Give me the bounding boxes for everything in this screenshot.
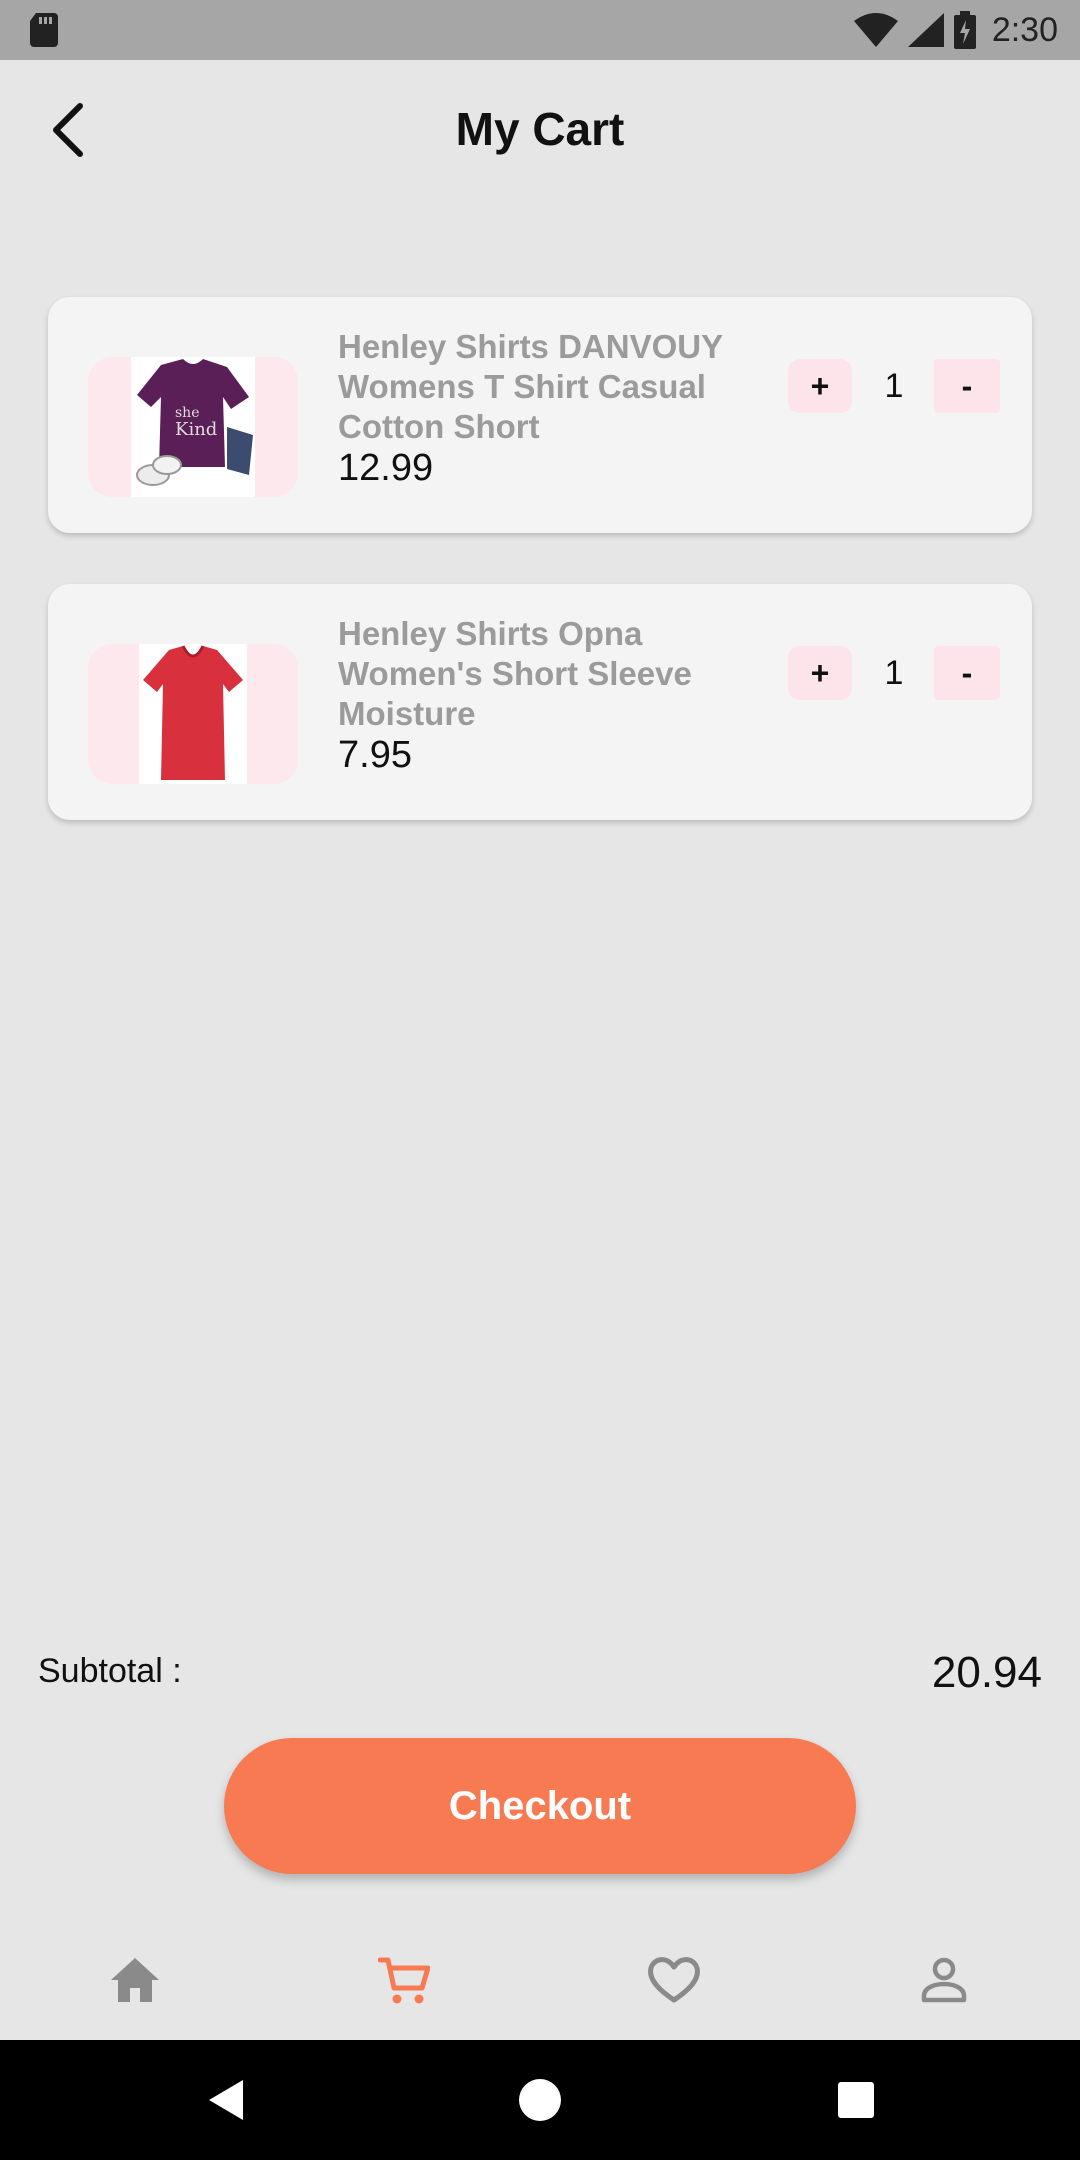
product-price: 12.99 bbox=[338, 447, 434, 489]
cart-item[interactable]: Henley Shirts Opna Women's Short Sleeve … bbox=[48, 584, 1032, 820]
bottom-nav bbox=[0, 1915, 1080, 2040]
status-bar: 2:30 bbox=[0, 0, 1080, 60]
quantity-stepper: + 1 - bbox=[788, 359, 1000, 413]
sd-card-icon bbox=[30, 13, 58, 47]
cart-list: she Kind Henley Shirts DANVOUY Womens T … bbox=[48, 297, 1032, 871]
quantity-value: 1 bbox=[884, 366, 904, 405]
circle-home-icon bbox=[519, 2079, 561, 2121]
nav-home[interactable] bbox=[95, 1945, 175, 2015]
heart-icon bbox=[648, 1957, 700, 2003]
purple-tshirt-image: she Kind bbox=[136, 359, 253, 486]
cart-icon bbox=[378, 1957, 430, 2004]
wifi-icon bbox=[853, 13, 898, 47]
battery-icon bbox=[953, 11, 976, 49]
page-title: My Cart bbox=[455, 103, 625, 155]
status-time: 2:30 bbox=[991, 10, 1058, 49]
system-back-button[interactable] bbox=[195, 2070, 255, 2130]
cell-signal-icon bbox=[907, 13, 944, 47]
product-name: Henley Shirts DANVOUY Womens T Shirt Cas… bbox=[338, 328, 723, 445]
square-recents-icon bbox=[838, 2082, 874, 2118]
system-recents-button[interactable] bbox=[826, 2070, 886, 2130]
subtotal-value: 20.94 bbox=[931, 1648, 1042, 1697]
system-home-button[interactable] bbox=[510, 2070, 570, 2130]
product-thumbnail bbox=[88, 644, 298, 784]
checkout-button[interactable]: Checkout bbox=[224, 1738, 856, 1874]
nav-profile[interactable] bbox=[904, 1945, 984, 2015]
subtotal-label: Subtotal : bbox=[38, 1652, 182, 1690]
product-name: Henley Shirts Opna Women's Short Sleeve … bbox=[338, 615, 692, 732]
product-thumbnail: she Kind bbox=[88, 357, 298, 497]
system-navigation-bar bbox=[0, 2040, 1080, 2160]
red-tshirt-image bbox=[143, 645, 243, 780]
svg-text:Kind: Kind bbox=[175, 419, 217, 440]
quantity-stepper: + 1 - bbox=[788, 646, 1000, 700]
nav-favorites[interactable] bbox=[634, 1945, 714, 2015]
cart-item[interactable]: she Kind Henley Shirts DANVOUY Womens T … bbox=[48, 297, 1032, 533]
home-icon bbox=[111, 1958, 159, 2002]
increase-quantity-button[interactable]: + bbox=[788, 646, 852, 700]
increase-quantity-button[interactable]: + bbox=[788, 359, 852, 413]
quantity-value: 1 bbox=[884, 653, 904, 692]
product-price: 7.95 bbox=[338, 734, 412, 776]
decrease-quantity-button[interactable]: - bbox=[934, 359, 1000, 413]
profile-icon bbox=[921, 1957, 967, 2003]
app-bar: My Cart bbox=[0, 60, 1080, 200]
nav-cart[interactable] bbox=[364, 1945, 444, 2015]
triangle-back-icon bbox=[209, 2080, 243, 2120]
decrease-quantity-button[interactable]: - bbox=[934, 646, 1000, 700]
